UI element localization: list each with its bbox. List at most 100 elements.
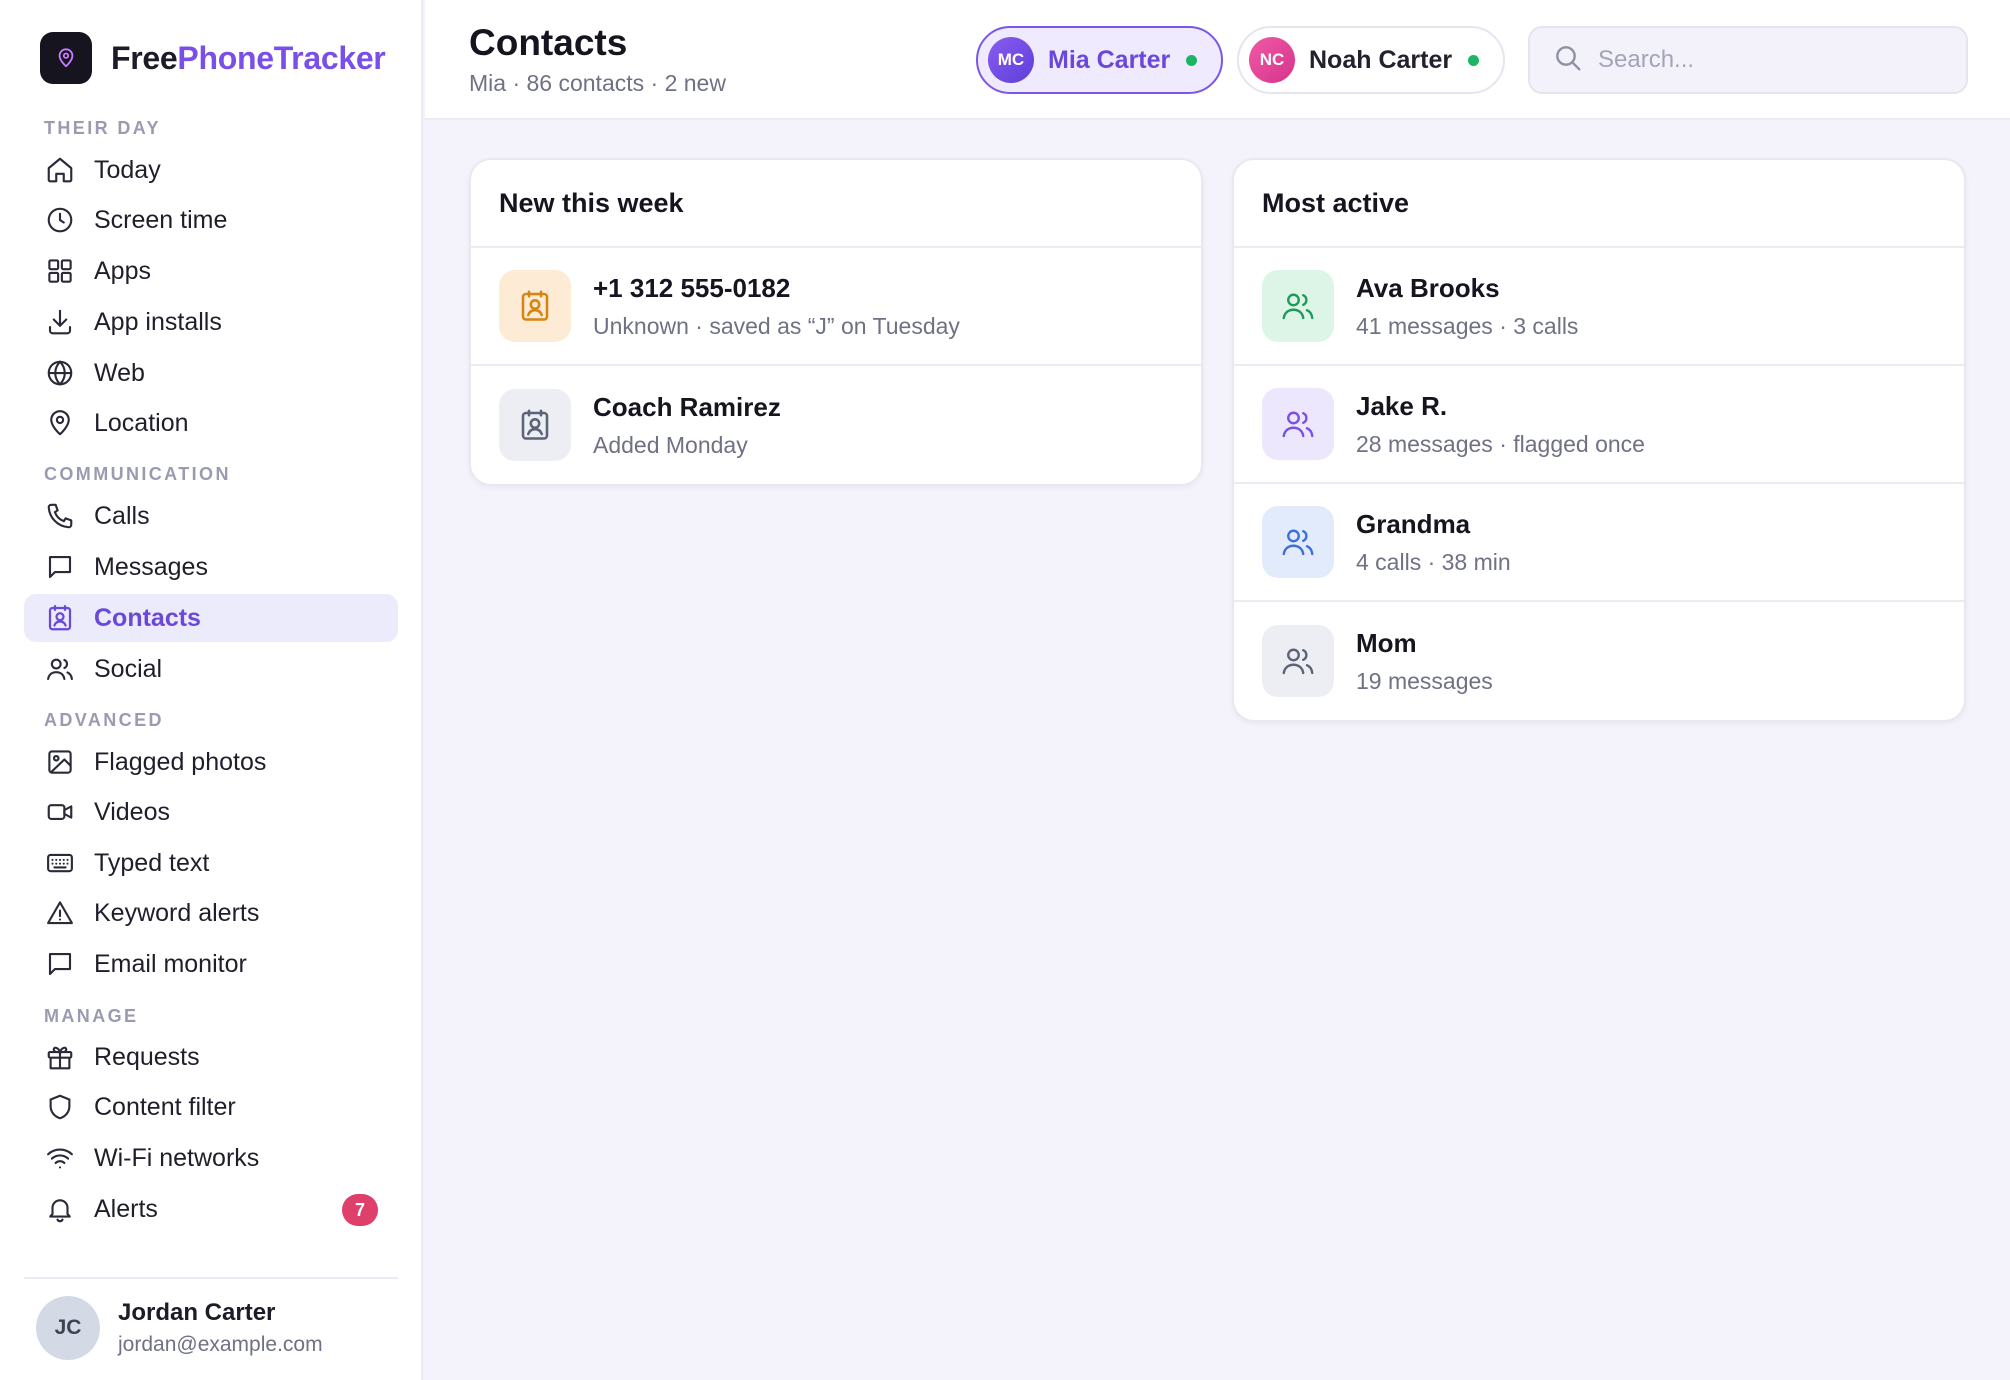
sidebar-item-label: Flagged photos	[94, 747, 267, 776]
sidebar-item-contacts[interactable]: Contacts	[24, 594, 398, 642]
section-label-their-day: THEIR DAY	[44, 118, 161, 138]
list-item[interactable]: Mom 19 messages	[1234, 602, 1964, 720]
wifi-icon	[44, 1142, 76, 1174]
sidebar-item-label: App installs	[94, 307, 222, 336]
sidebar-item-label: Social	[94, 654, 163, 683]
most-active-card: Most active Ava Brooks 41 messages · 3 c…	[1232, 158, 1966, 722]
contact-detail: 19 messages	[1356, 667, 1493, 694]
sidebar-item-label: Contacts	[94, 603, 201, 632]
list-item[interactable]: Ava Brooks 41 messages · 3 calls	[1234, 248, 1964, 366]
section-label-manage: MANAGE	[44, 1006, 139, 1026]
online-status-dot	[1468, 54, 1480, 66]
user-email: jordan@example.com	[118, 1333, 323, 1356]
sidebar-item-label: Keyword alerts	[94, 898, 260, 927]
sidebar-item-label: Calls	[94, 501, 150, 530]
online-status-dot	[1186, 54, 1198, 66]
download-icon	[44, 306, 76, 338]
sidebar-item-flagged-photos[interactable]: Flagged photos	[24, 738, 398, 786]
sidebar-item-label: Typed text	[94, 848, 210, 877]
new-this-week-card: New this week +1 312 555-0182 Unknown · …	[469, 158, 1203, 486]
card-title: Most active	[1234, 160, 1964, 248]
contact-detail: Added Monday	[593, 431, 748, 458]
sidebar-item-typed-text[interactable]: Typed text	[24, 839, 398, 887]
contact-name: Coach Ramirez	[593, 391, 781, 422]
list-item[interactable]: Jake R. 28 messages · flagged once	[1234, 366, 1964, 484]
sidebar-item-keyword-alerts[interactable]: Keyword alerts	[24, 889, 398, 937]
sidebar: FreePhoneTracker THEIR DAY Today Screen …	[0, 0, 423, 1380]
sidebar-item-requests[interactable]: Requests	[24, 1033, 398, 1081]
users-icon	[44, 653, 76, 685]
user-name: Jordan Carter	[118, 1299, 276, 1326]
sidebar-item-label: Messages	[94, 552, 208, 581]
child-selector-mia[interactable]: MC Mia Carter	[976, 26, 1224, 94]
child-selector-noah[interactable]: NC Noah Carter	[1237, 26, 1506, 94]
sidebar-item-label: Wi-Fi networks	[94, 1143, 260, 1172]
list-item[interactable]: Coach Ramirez Added Monday	[471, 366, 1201, 484]
sidebar-item-web[interactable]: Web	[24, 349, 398, 397]
section-label-advanced: ADVANCED	[44, 710, 164, 730]
clock-icon	[44, 204, 76, 236]
video-camera-icon	[44, 796, 76, 828]
sidebar-item-label: Location	[94, 408, 189, 437]
search-box[interactable]	[1528, 26, 1968, 94]
search-input[interactable]	[1598, 46, 1938, 74]
contact-name: +1 312 555-0182	[593, 272, 791, 303]
keyboard-icon	[44, 847, 76, 879]
divider	[24, 1277, 398, 1279]
sidebar-item-videos[interactable]: Videos	[24, 788, 398, 836]
contact-name: Jake R.	[1356, 390, 1448, 421]
globe-icon	[44, 357, 76, 389]
page-subtitle: Mia · 86 contacts · 2 new	[469, 70, 726, 96]
sidebar-item-apps[interactable]: Apps	[24, 247, 398, 295]
message-icon	[44, 948, 76, 980]
contact-detail: 4 calls · 38 min	[1356, 548, 1511, 575]
sidebar-item-label: Alerts	[94, 1194, 158, 1223]
sidebar-item-content-filter[interactable]: Content filter	[24, 1083, 398, 1131]
sidebar-item-social[interactable]: Social	[24, 645, 398, 693]
child-name: Noah Carter	[1309, 45, 1453, 74]
sidebar-item-label: Content filter	[94, 1092, 236, 1121]
sidebar-item-label: Apps	[94, 256, 151, 285]
contact-detail: Unknown · saved as “J” on Tuesday	[593, 312, 960, 339]
grid-icon	[44, 255, 76, 287]
gift-icon	[44, 1041, 76, 1073]
child-name: Mia Carter	[1048, 45, 1171, 74]
list-item[interactable]: +1 312 555-0182 Unknown · saved as “J” o…	[471, 248, 1201, 366]
users-icon	[1262, 506, 1334, 578]
contact-name: Grandma	[1356, 508, 1471, 539]
sidebar-item-location[interactable]: Location	[24, 399, 398, 447]
account-profile[interactable]: JC Jordan Carter jordan@example.com	[36, 1296, 323, 1360]
sidebar-item-screen-time[interactable]: Screen time	[24, 196, 398, 244]
sidebar-item-app-installs[interactable]: App installs	[24, 298, 398, 346]
sidebar-item-label: Web	[94, 358, 145, 387]
contact-card-icon	[499, 270, 571, 342]
contact-detail: 41 messages · 3 calls	[1356, 312, 1579, 339]
phone-icon	[44, 500, 76, 532]
users-icon	[1262, 388, 1334, 460]
sidebar-item-label: Today	[94, 155, 161, 184]
contact-detail: 28 messages · flagged once	[1356, 430, 1645, 457]
search-icon	[1552, 42, 1584, 79]
list-item[interactable]: Grandma 4 calls · 38 min	[1234, 484, 1964, 602]
sidebar-item-label: Screen time	[94, 205, 228, 234]
section-label-communication: COMMUNICATION	[44, 464, 231, 484]
sidebar-item-wifi-networks[interactable]: Wi-Fi networks	[24, 1134, 398, 1182]
avatar: NC	[1249, 37, 1295, 83]
sidebar-item-calls[interactable]: Calls	[24, 492, 398, 540]
shield-icon	[44, 1091, 76, 1123]
alerts-count-badge: 7	[342, 1194, 378, 1226]
sidebar-item-email-monitor[interactable]: Email monitor	[24, 940, 398, 988]
home-icon	[44, 154, 76, 186]
sidebar-item-messages[interactable]: Messages	[24, 543, 398, 591]
contact-name: Mom	[1356, 627, 1417, 658]
users-icon	[1262, 270, 1334, 342]
page-title: Contacts	[469, 22, 628, 63]
sidebar-item-label: Requests	[94, 1042, 200, 1071]
sidebar-item-today[interactable]: Today	[24, 146, 398, 194]
sidebar-item-alerts[interactable]: Alerts 7	[24, 1185, 398, 1233]
image-icon	[44, 746, 76, 778]
brand[interactable]: FreePhoneTracker	[40, 32, 386, 84]
contact-card-icon	[44, 602, 76, 634]
brand-name-part2: PhoneTracker	[177, 39, 386, 76]
map-pin-icon	[44, 407, 76, 439]
